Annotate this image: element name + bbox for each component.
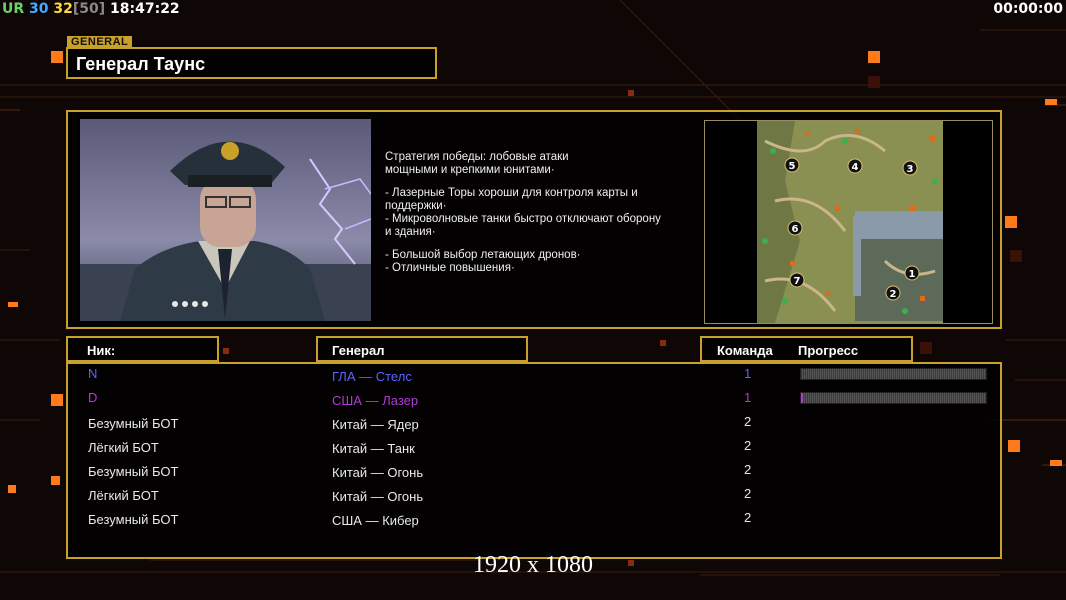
player-team: 2 [744,462,752,477]
player-team: 2 [744,510,752,525]
map-marker: 2 [890,289,897,300]
hud-stat-2: 32 [53,1,73,17]
map-preview[interactable]: 5 4 3 6 1 7 2 [704,120,993,324]
map-marker: 3 [907,164,914,175]
map-marker: 5 [789,161,796,172]
tip-3: - Большой выбор летающих дронов· [385,249,581,261]
tip-1-line-1: - Лазерные Торы хороши для контроля карт… [385,187,638,199]
player-nick: Безумный БОТ [88,416,179,431]
player-general: ГЛА — Стелс [332,369,412,384]
hud-stat-1: 30 [29,1,49,17]
map-marker: 1 [909,269,916,280]
hud-bar: UR 30 32[50] 18:47:22 00:00:00 [0,0,1066,20]
player-general: Китай — Танк [332,441,415,456]
player-team: 1 [744,390,752,405]
header-nick: Ник: [87,343,116,358]
general-name: Генерал Таунс [76,54,206,74]
header-general-box: Генерал [316,336,528,362]
map-marker: 7 [794,276,801,287]
map-marker: 6 [792,224,799,235]
hud-stat-3: [50] [72,1,106,17]
hud-stats: UR 30 32[50] 18:47:22 [2,1,180,17]
player-team: 2 [744,438,752,453]
general-description: Стратегия победы: лобовые атаки мощными … [385,151,705,275]
progress-bar [800,392,987,404]
tip-1-line-2: поддержки· [385,200,447,212]
player-nick: Лёгкий БОТ [88,488,159,503]
general-info-panel: Стратегия победы: лобовые атаки мощными … [66,110,1002,329]
tip-2-line-2: и здания· [385,226,436,238]
resolution-label: 1920 x 1080 [473,552,593,578]
player-general: США — Лазер [332,393,419,408]
player-nick: N [88,366,98,381]
header-team: Команда [717,343,773,358]
players-table: N ГЛА — Стелс 1 D США — Лазер 1 Безумный… [66,362,1002,559]
header-nick-box: Ник: [66,336,219,362]
hud-clock: 18:47:22 [110,1,180,17]
player-nick: Лёгкий БОТ [88,440,159,455]
player-nick: Безумный БОТ [88,512,179,527]
player-general: США — Кибер [332,513,419,528]
player-team: 2 [744,486,752,501]
player-nick: D [88,390,98,405]
strategy-line-2: мощными и крепкими юнитами· [385,164,555,176]
progress-fill [801,393,803,403]
progress-bar [800,368,987,380]
player-team: 1 [744,366,752,381]
hud-timer: 00:00:00 [993,1,1063,17]
player-nick: Безумный БОТ [88,464,179,479]
hud-ur-label: UR [2,1,25,17]
tip-2-line-1: - Микроволновые танки быстро отключают о… [385,213,661,225]
header-general: Генерал [332,343,385,358]
map-marker: 4 [852,162,859,173]
player-team: 2 [744,414,752,429]
header-team-progress-box: Команда Прогресс [700,336,913,362]
general-title-box: Генерал Таунс [66,47,437,79]
player-general: Китай — Огонь [332,489,424,504]
header-progress: Прогресс [798,343,859,358]
general-portrait [80,119,371,321]
player-general: Китай — Ядер [332,417,419,432]
player-general: Китай — Огонь [332,465,424,480]
tip-4: - Отличные повышения· [385,262,515,274]
strategy-line-1: Стратегия победы: лобовые атаки [385,151,569,163]
